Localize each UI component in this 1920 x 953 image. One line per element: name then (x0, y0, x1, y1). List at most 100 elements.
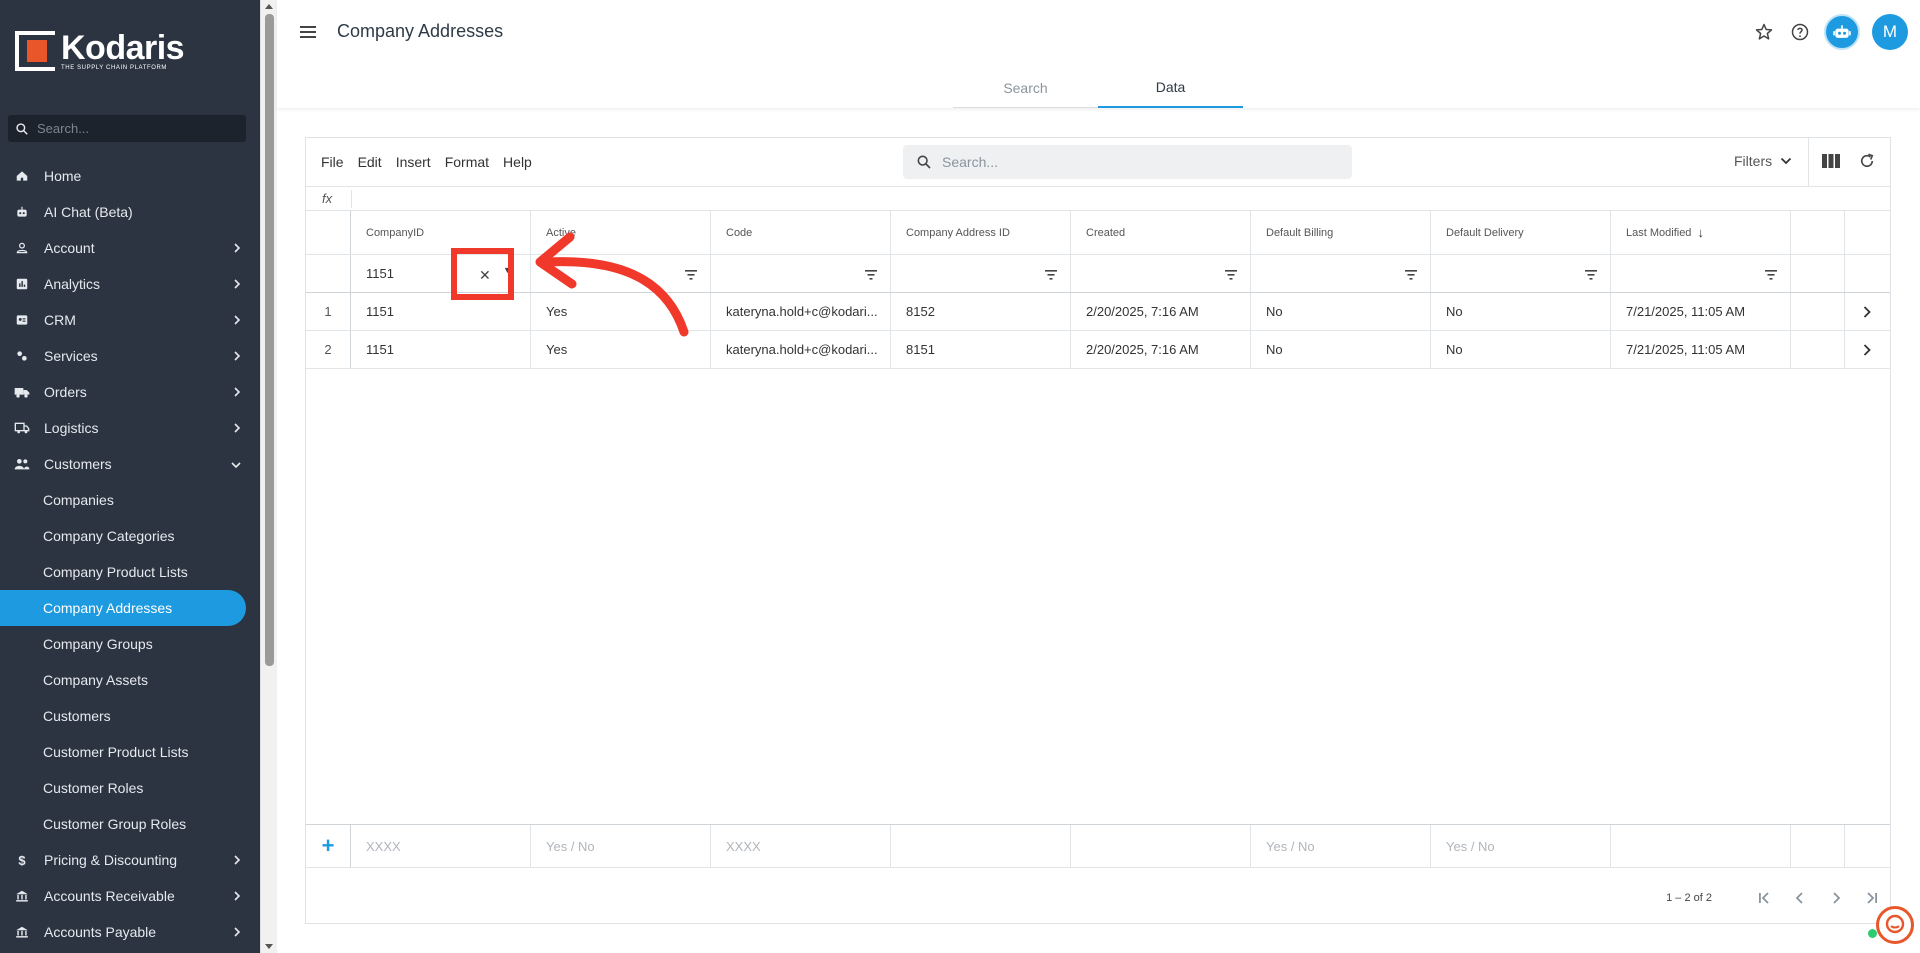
cell-code[interactable]: kateryna.hold+c@kodari... (711, 331, 891, 368)
cell-address-id[interactable]: 8152 (891, 293, 1071, 330)
help-icon[interactable] (1788, 20, 1812, 44)
filter-last-modified[interactable] (1611, 255, 1791, 292)
new-cell-active[interactable]: Yes / No (531, 825, 711, 867)
user-avatar[interactable]: M (1872, 14, 1908, 50)
chevron-right-icon[interactable] (1845, 293, 1889, 330)
filter-address-id[interactable] (891, 255, 1071, 292)
grid-search[interactable] (903, 145, 1352, 179)
filter-icon[interactable] (1225, 268, 1237, 283)
sidebar-subitem-customer-roles[interactable]: Customer Roles (0, 770, 260, 806)
column-header[interactable]: Company Address ID (891, 211, 1071, 254)
new-cell-companyid[interactable]: XXXX (351, 825, 531, 867)
filter-default-delivery[interactable] (1431, 255, 1611, 292)
menu-insert[interactable]: Insert (396, 154, 431, 170)
scroll-down-arrow-icon[interactable] (265, 944, 273, 949)
sidebar-subitem-company-assets[interactable]: Company Assets (0, 662, 260, 698)
sidebar-subitem-label: Customer Product Lists (43, 744, 189, 760)
cell-default-delivery[interactable]: No (1431, 293, 1611, 330)
sidebar-item-customers[interactable]: Customers (0, 446, 260, 482)
sidebar-subitem-label: Company Categories (43, 528, 175, 544)
support-chat-button[interactable] (1876, 906, 1914, 944)
cell-default-billing[interactable]: No (1251, 293, 1431, 330)
filter-created[interactable] (1071, 255, 1251, 292)
dollar-icon: $ (18, 852, 26, 868)
sidebar-item-accounts-receivable[interactable]: Accounts Receivable (0, 878, 260, 914)
sidebar-item-accounts-payable[interactable]: Accounts Payable (0, 914, 260, 950)
filter-code[interactable] (711, 255, 891, 292)
sidebar-subitem-label: Customers (43, 708, 111, 724)
filter-default-billing[interactable] (1251, 255, 1431, 292)
filter-icon[interactable] (1405, 268, 1417, 283)
columns-icon[interactable] (1822, 153, 1840, 174)
menu-file[interactable]: File (321, 154, 344, 170)
sidebar-item-logistics[interactable]: Logistics (0, 410, 260, 446)
cell-created[interactable]: 2/20/2025, 7:16 AM (1071, 331, 1251, 368)
sidebar-nav: Home AI Chat (Beta) Account Analytics CR… (0, 158, 260, 950)
filter-icon[interactable] (865, 268, 877, 283)
grid-search-input[interactable] (942, 154, 1322, 170)
sidebar-subitem-companies[interactable]: Companies (0, 482, 260, 518)
cell-code[interactable]: kateryna.hold+c@kodari... (711, 293, 891, 330)
sidebar-search[interactable] (8, 115, 246, 142)
new-cell-last-modified[interactable] (1611, 825, 1791, 867)
cell-last-modified[interactable]: 7/21/2025, 11:05 AM (1611, 331, 1791, 368)
sidebar-search-input[interactable] (37, 121, 227, 136)
cell-last-modified[interactable]: 7/21/2025, 11:05 AM (1611, 293, 1791, 330)
hamburger-menu-icon[interactable] (298, 22, 318, 42)
column-header-last-modified[interactable]: Last Modified ↓ (1611, 211, 1791, 254)
star-icon[interactable] (1752, 20, 1776, 44)
sidebar-subitem-company-groups[interactable]: Company Groups (0, 626, 260, 662)
add-row-button[interactable]: + (306, 825, 351, 867)
new-cell-default-billing[interactable]: Yes / No (1251, 825, 1431, 867)
column-header[interactable]: Created (1071, 211, 1251, 254)
menu-help[interactable]: Help (503, 154, 532, 170)
refresh-icon[interactable] (1858, 152, 1876, 175)
cell-companyid[interactable]: 1151 (351, 331, 531, 368)
sidebar-item-crm[interactable]: CRM (0, 302, 260, 338)
scroll-up-arrow-icon[interactable] (265, 4, 273, 9)
chevron-right-icon[interactable] (1845, 331, 1889, 368)
filter-icon[interactable] (1045, 268, 1057, 283)
cell-default-delivery[interactable]: No (1431, 331, 1611, 368)
sidebar-subitem-customers[interactable]: Customers (0, 698, 260, 734)
cell-default-billing[interactable]: No (1251, 331, 1431, 368)
ai-assistant-button[interactable] (1824, 14, 1860, 50)
tab-data[interactable]: Data (1098, 68, 1243, 108)
menu-edit[interactable]: Edit (358, 154, 382, 170)
sidebar-item-analytics[interactable]: Analytics (0, 266, 260, 302)
sidebar-subitem-company-categories[interactable]: Company Categories (0, 518, 260, 554)
new-cell-default-delivery[interactable]: Yes / No (1431, 825, 1611, 867)
sidebar-item-services[interactable]: Services (0, 338, 260, 374)
filter-icon[interactable] (1765, 268, 1777, 283)
sidebar-subitem-customer-group-roles[interactable]: Customer Group Roles (0, 806, 260, 842)
first-page-icon[interactable] (1746, 883, 1782, 913)
new-cell-address-id[interactable] (891, 825, 1071, 867)
sidebar-subitem-company-product-lists[interactable]: Company Product Lists (0, 554, 260, 590)
sidebar-scrollbar[interactable] (260, 0, 277, 953)
kodaris-logo[interactable]: Kodaris THE SUPPLY CHAIN PLATFORM (15, 30, 185, 72)
sort-descending-icon[interactable]: ↓ (1697, 225, 1704, 240)
cell-created[interactable]: 2/20/2025, 7:16 AM (1071, 293, 1251, 330)
tab-search[interactable]: Search (953, 68, 1098, 108)
cell-address-id[interactable]: 8151 (891, 331, 1071, 368)
column-header[interactable]: Code (711, 211, 891, 254)
prev-page-icon[interactable] (1782, 883, 1818, 913)
column-header[interactable]: Default Billing (1251, 211, 1431, 254)
new-cell-created[interactable] (1071, 825, 1251, 867)
filter-icon[interactable] (1585, 268, 1597, 283)
sidebar-subitem-company-addresses[interactable]: Company Addresses (0, 590, 246, 626)
column-header[interactable]: Default Delivery (1431, 211, 1611, 254)
sidebar-item-pricing[interactable]: $ Pricing & Discounting (0, 842, 260, 878)
sidebar-subitem-customer-product-lists[interactable]: Customer Product Lists (0, 734, 260, 770)
filters-dropdown[interactable]: Filters (1734, 153, 1792, 169)
scroll-thumb[interactable] (265, 14, 274, 666)
menu-format[interactable]: Format (445, 154, 489, 170)
next-page-icon[interactable] (1818, 883, 1854, 913)
sidebar-item-home[interactable]: Home (0, 158, 260, 194)
sidebar-item-orders[interactable]: Orders (0, 374, 260, 410)
filter-value: 1151 (366, 266, 394, 281)
sidebar-item-ai-chat[interactable]: AI Chat (Beta) (0, 194, 260, 230)
sidebar-item-account[interactable]: Account (0, 230, 260, 266)
formula-bar[interactable]: fx (306, 186, 1890, 211)
new-cell-code[interactable]: XXXX (711, 825, 891, 867)
